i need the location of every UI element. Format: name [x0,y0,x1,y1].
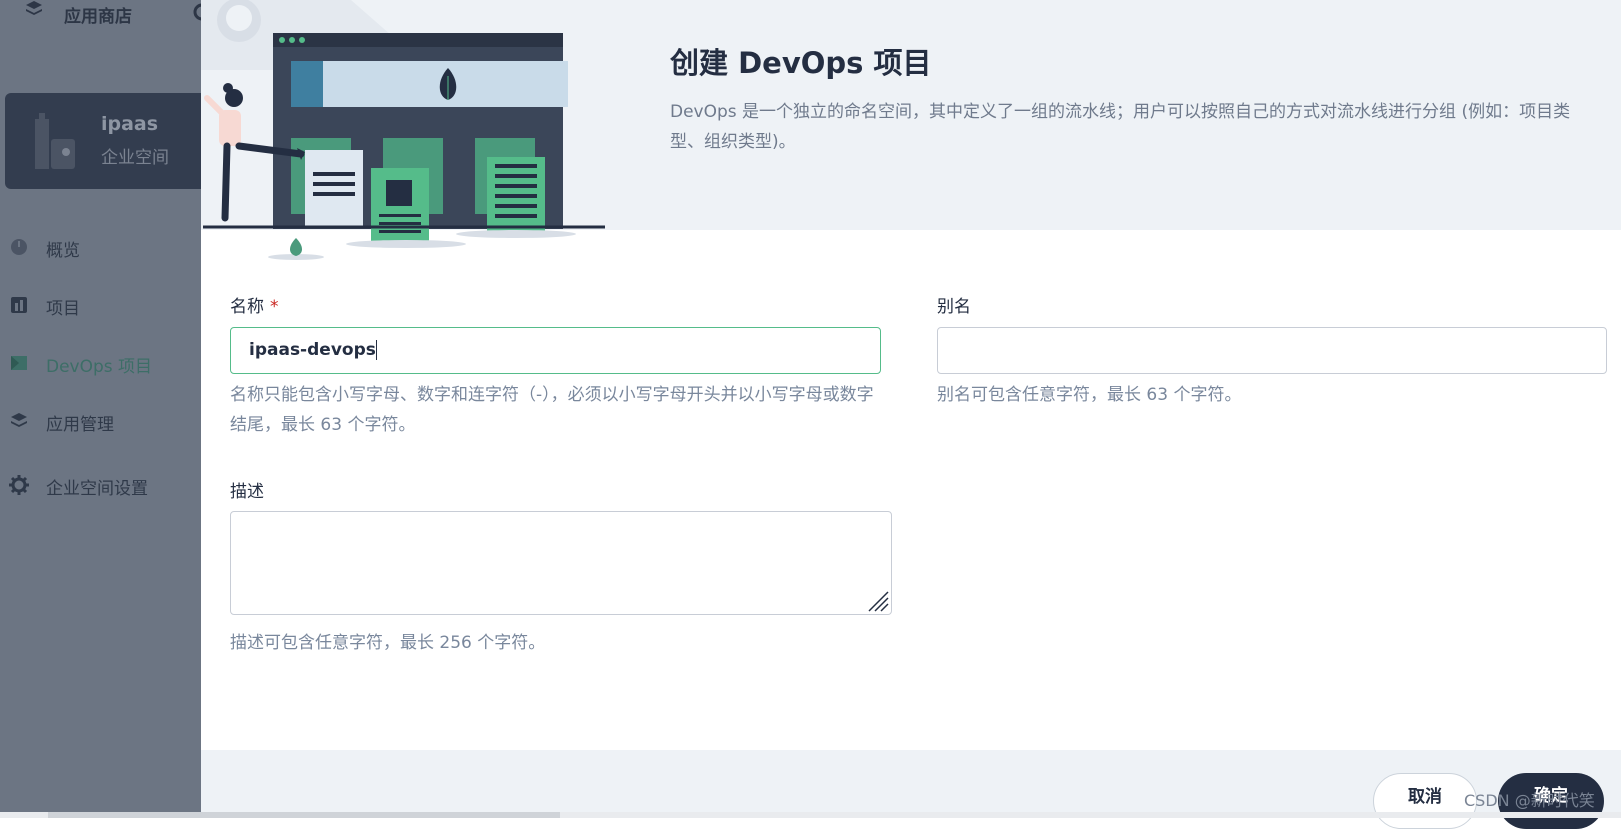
sidebar-item-label: 企业空间设置 [46,479,148,499]
sidebar: 应用商店 ipaas 企业空间 概览 项目 DevOps 项目 应用管理 企业空… [0,0,201,812]
horizontal-scrollbar[interactable] [0,812,1621,818]
text-caret [375,340,377,360]
sidebar-item-devops[interactable]: DevOps 项目 [0,347,201,379]
app-layers-icon [9,411,29,431]
project-icon [9,295,29,315]
required-mark: * [270,297,279,317]
create-devops-modal: 创建 DevOps 项目 DevOps 是一个独立的命名空间，其中定义了一组的流… [201,0,1621,829]
app-store-icon[interactable] [25,0,43,18]
sidebar-item-label: 应用管理 [46,415,114,435]
name-label-text: 名称 [230,297,264,317]
sidebar-item-projects[interactable]: 项目 [0,289,201,321]
name-field-hint: 名称只能包含小写字母、数字和连字符（-），必须以小写字母开头并以小写字母或数字结… [230,385,874,435]
modal-header: 创建 DevOps 项目 DevOps 是一个独立的命名空间，其中定义了一组的流… [201,0,1621,260]
cancel-button[interactable]: 取消 [1373,773,1477,829]
sidebar-item-label: 项目 [46,299,80,319]
description-field-hint: 描述可包含任意字符，最长 256 个字符。 [230,633,546,653]
description-textarea[interactable] [230,511,892,615]
scrollbar-thumb[interactable] [48,812,560,818]
workspace-name: ipaas [101,113,159,135]
sidebar-item-label: 概览 [46,241,80,261]
top-nav: 应用商店 [0,0,201,30]
alias-field-label: 别名 [937,297,971,317]
sidebar-item-label: DevOps 项目 [46,357,153,377]
devops-icon [9,353,29,373]
alias-input[interactable] [937,327,1607,374]
description-field-label: 描述 [230,482,264,502]
gear-icon [9,475,29,495]
sidebar-item-overview[interactable]: 概览 [0,231,201,263]
name-input[interactable]: ipaas-devops [230,327,881,374]
name-field-label: 名称 * [230,292,279,317]
collapse-icon[interactable] [190,2,201,22]
workspace-card[interactable]: ipaas 企业空间 [5,93,201,189]
modal-footer: 取消 确定 [201,750,1621,829]
watermark: CSDN @新时代笑 [1464,791,1595,810]
resize-handle-icon[interactable] [867,590,889,612]
alias-field-hint: 别名可包含任意字符，最长 63 个字符。 [937,385,1242,405]
sidebar-item-workspace-settings[interactable]: 企业空间设置 [0,469,201,501]
workspace-building-icon [33,113,79,169]
dashboard-icon [9,237,29,257]
sidebar-item-app-management[interactable]: 应用管理 [0,405,201,437]
modal-description: DevOps 是一个独立的命名空间，其中定义了一组的流水线；用户可以按照自己的方… [670,102,1571,152]
devops-illustration [201,0,605,260]
name-input-value: ipaas-devops [249,340,376,360]
app-store-link[interactable]: 应用商店 [64,2,132,27]
workspace-type: 企业空间 [101,148,169,168]
modal-title: 创建 DevOps 项目 [670,46,932,80]
